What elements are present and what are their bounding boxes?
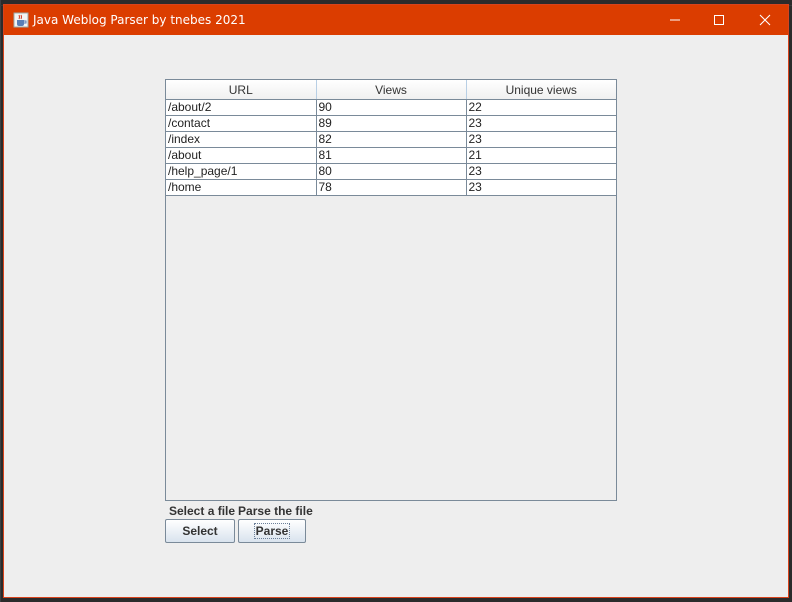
title-bar[interactable]: Java Weblog Parser by tnebes 2021	[4, 5, 788, 35]
column-header-url[interactable]: URL	[166, 80, 317, 100]
results-table-scrollpane[interactable]: URL Views Unique views /about/2 90 22 /c…	[165, 79, 617, 501]
window-title: Java Weblog Parser by tnebes 2021	[33, 13, 246, 27]
minimize-icon	[670, 19, 680, 21]
select-file-label: Select a file	[169, 504, 236, 518]
cell-url[interactable]: /about/2	[166, 99, 317, 116]
controls-labels: Select a file Parse the file	[169, 504, 316, 518]
table-row[interactable]: /about/2 90 22	[166, 99, 616, 116]
table-row[interactable]: /help_page/1 80 23	[166, 163, 616, 180]
minimize-button[interactable]	[652, 5, 698, 35]
parse-file-label: Parse the file	[238, 504, 313, 518]
cell-url[interactable]: /contact	[166, 115, 317, 132]
results-table: URL Views Unique views /about/2 90 22 /c…	[166, 80, 616, 196]
close-icon	[759, 14, 771, 26]
select-button[interactable]: Select	[165, 519, 235, 543]
cell-url[interactable]: /index	[166, 131, 317, 148]
cell-unique-views[interactable]: 23	[466, 179, 616, 196]
cell-views[interactable]: 90	[316, 99, 467, 116]
java-cup-icon	[13, 12, 29, 28]
cell-unique-views[interactable]: 23	[466, 115, 616, 132]
maximize-icon	[714, 15, 724, 25]
maximize-button[interactable]	[696, 5, 742, 35]
table-row[interactable]: /about 81 21	[166, 147, 616, 164]
table-row[interactable]: /home 78 23	[166, 179, 616, 196]
close-button[interactable]	[742, 5, 788, 35]
cell-views[interactable]: 81	[316, 147, 467, 164]
table-row[interactable]: /index 82 23	[166, 131, 616, 148]
cell-url[interactable]: /help_page/1	[166, 163, 317, 180]
column-header-views[interactable]: Views	[316, 80, 467, 100]
cell-unique-views[interactable]: 23	[466, 131, 616, 148]
cell-url[interactable]: /about	[166, 147, 317, 164]
parse-button[interactable]: Parse	[238, 519, 306, 543]
cell-unique-views[interactable]: 21	[466, 147, 616, 164]
table-row[interactable]: /contact 89 23	[166, 115, 616, 132]
cell-views[interactable]: 78	[316, 179, 467, 196]
cell-views[interactable]: 80	[316, 163, 467, 180]
cell-views[interactable]: 89	[316, 115, 467, 132]
cell-url[interactable]: /home	[166, 179, 317, 196]
cell-unique-views[interactable]: 23	[466, 163, 616, 180]
parse-button-label: Parse	[253, 523, 291, 539]
cell-unique-views[interactable]: 22	[466, 99, 616, 116]
background-edge	[0, 0, 1, 602]
column-header-unique-views[interactable]: Unique views	[466, 80, 616, 100]
cell-views[interactable]: 82	[316, 131, 467, 148]
table-header-row: URL Views Unique views	[166, 80, 616, 100]
